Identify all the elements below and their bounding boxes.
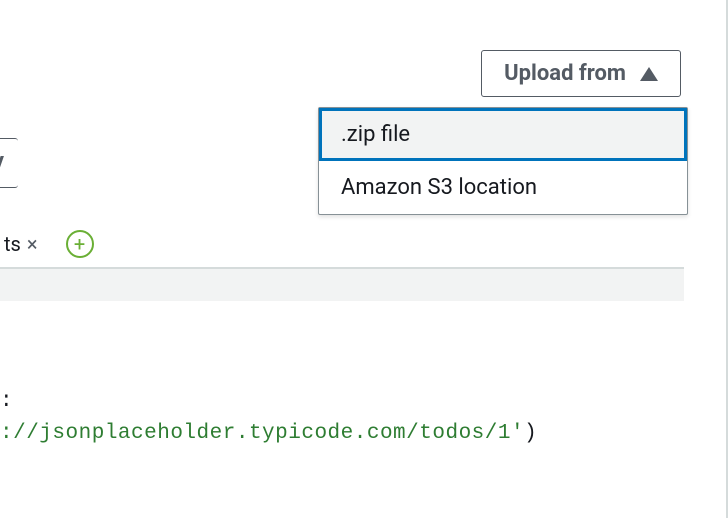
upload-from-dropdown: .zip file Amazon S3 location: [318, 107, 688, 215]
dropdown-item-label: .zip file: [341, 122, 410, 147]
main-panel: Upload from .zip file Amazon S3 location…: [0, 0, 728, 518]
dropdown-item-zip[interactable]: .zip file: [319, 108, 687, 161]
dropdown-item-label: Amazon S3 location: [341, 175, 537, 200]
upload-from-label: Upload from: [504, 61, 626, 86]
code-text: ): [524, 422, 537, 445]
triangle-up-icon: [640, 67, 658, 81]
partial-button-label: y: [0, 149, 4, 174]
code-string-literal: ://jsonplaceholder.typicode.com/todos/1': [0, 422, 524, 445]
plus-icon: +: [74, 234, 85, 254]
editor-tab-bar: ts × +: [0, 221, 684, 269]
close-icon[interactable]: ×: [27, 232, 38, 256]
partial-button[interactable]: y: [0, 138, 18, 188]
editor-tab[interactable]: ts ×: [0, 221, 42, 267]
add-tab-button[interactable]: +: [66, 230, 94, 258]
dropdown-item-s3[interactable]: Amazon S3 location: [319, 161, 687, 214]
upload-from-button[interactable]: Upload from: [481, 50, 681, 97]
tab-label: ts: [4, 232, 21, 256]
code-editor-content[interactable]: : ://jsonplaceholder.typicode.com/todos/…: [0, 386, 684, 449]
editor-gutter-strip: [0, 269, 684, 301]
code-text: :: [0, 390, 13, 413]
